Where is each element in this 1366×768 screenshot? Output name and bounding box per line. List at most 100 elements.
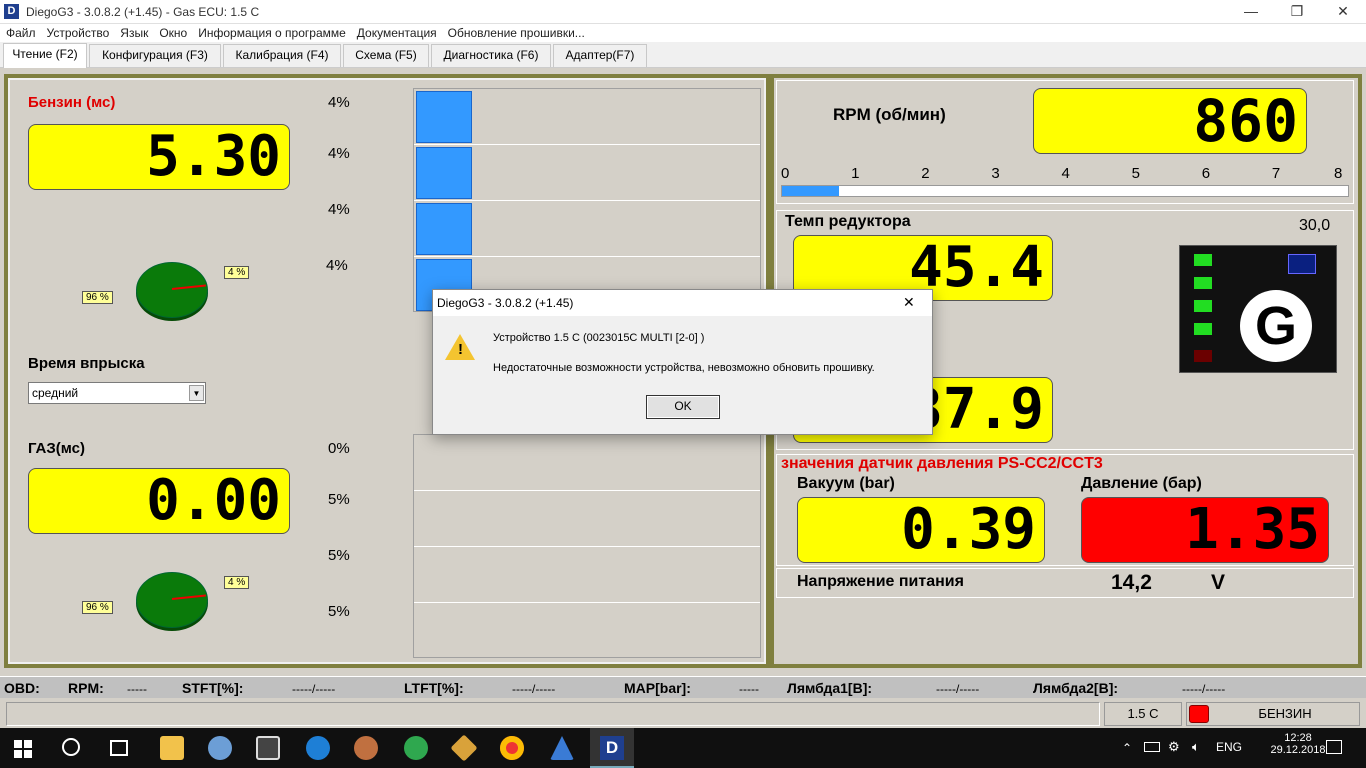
rpm-scale-tick: 8 xyxy=(1334,165,1343,182)
utorrent-icon[interactable] xyxy=(404,736,428,760)
gas-display: 0.00 xyxy=(28,468,290,534)
obd-rpm-value: ----- xyxy=(127,682,147,696)
obd-lambda2-value: -----/----- xyxy=(1182,682,1226,696)
divider xyxy=(414,200,760,201)
dialog-title-bar: DiegoG3 - 3.0.8.2 (+1.45) ✕ xyxy=(433,290,932,316)
network-icon[interactable]: ⚙ xyxy=(1168,739,1180,755)
task-view-icon[interactable] xyxy=(110,740,128,756)
clock-time: 12:28 xyxy=(1284,732,1312,744)
rpm-gauge xyxy=(781,185,1349,197)
petrol-bars-area xyxy=(413,88,761,312)
menu-firmware-update[interactable]: Обновление прошивки... xyxy=(442,24,590,40)
menu-language[interactable]: Язык xyxy=(114,24,153,40)
obd-label: OBD: xyxy=(4,680,40,696)
minimize-button[interactable]: — xyxy=(1228,0,1274,24)
obd-lambda1-value: -----/----- xyxy=(936,682,980,696)
rpm-scale-tick: 5 xyxy=(1131,165,1140,182)
file-explorer-icon[interactable] xyxy=(160,736,184,760)
rpm-box: RPM (об/мин) 860 0 1 2 3 4 5 6 7 8 xyxy=(776,80,1354,204)
sensor-title: значения датчик давления PS-CC2/CCT3 xyxy=(781,455,1103,472)
gas-bar-pct: 5% xyxy=(328,603,350,620)
gas-pie-label-big: 96 % xyxy=(82,601,113,614)
petrol-display: 5.30 xyxy=(28,124,290,190)
divider xyxy=(414,602,760,603)
diego-taskbar-button[interactable]: D xyxy=(590,728,634,768)
volume-icon[interactable]: 🔈︎ xyxy=(1192,739,1200,755)
tab-read[interactable]: Чтение (F2) xyxy=(3,43,87,68)
rpm-scale-tick: 2 xyxy=(921,165,930,182)
status-device: 1.5 C xyxy=(1104,702,1182,726)
menu-about[interactable]: Информация о программе xyxy=(192,24,351,40)
rpm-gauge-fill xyxy=(782,186,839,196)
tool-icon[interactable] xyxy=(450,734,478,762)
menu-file[interactable]: Файл xyxy=(0,24,41,40)
pressure-display: 1.35 xyxy=(1081,497,1329,563)
obd-bar: OBD: RPM: ----- STFT[%]: -----/----- LTF… xyxy=(0,676,1366,698)
dialog-title: DiegoG3 - 3.0.8.2 (+1.45) xyxy=(437,296,574,310)
menu-docs[interactable]: Документация xyxy=(351,24,442,40)
reducer-label: Темп редуктора xyxy=(785,213,911,230)
app-icon[interactable] xyxy=(354,736,378,760)
tray-chevron-icon[interactable]: ⌃ xyxy=(1122,741,1132,755)
drive-icon[interactable] xyxy=(550,736,574,760)
voltage-label: Напряжение питания xyxy=(797,573,964,590)
tab-config[interactable]: Конфигурация (F3) xyxy=(89,44,221,67)
led-green xyxy=(1194,254,1212,266)
fuel-mode-indicator[interactable]: БЕНЗИН xyxy=(1186,702,1360,726)
language-indicator[interactable]: ENG xyxy=(1216,740,1242,754)
obd-lambda1-label: Лямбда1[В]: xyxy=(787,680,873,696)
close-button[interactable]: ✕ xyxy=(1320,0,1366,24)
divider xyxy=(414,144,760,145)
rpm-scale-tick: 3 xyxy=(991,165,1000,182)
tab-scheme[interactable]: Схема (F5) xyxy=(343,44,429,67)
menu-window[interactable]: Окно xyxy=(153,24,192,40)
tab-diagnostics[interactable]: Диагностика (F6) xyxy=(431,44,551,67)
led-blue xyxy=(1288,254,1316,274)
petrol-bar-pct: 4% xyxy=(328,201,350,218)
led-green xyxy=(1194,277,1212,289)
chrome-icon[interactable] xyxy=(500,736,524,760)
voltage-unit: V xyxy=(1211,571,1226,594)
petrol-pie-label-small: 4 % xyxy=(224,266,250,279)
rpm-scale: 0 1 2 3 4 5 6 7 8 xyxy=(781,165,1351,182)
notification-icon[interactable] xyxy=(1326,740,1342,754)
obd-rpm-label: RPM: xyxy=(68,680,104,696)
dialog-close-icon[interactable]: ✕ xyxy=(903,294,915,311)
led-red xyxy=(1194,350,1212,362)
obd-stft-label: STFT[%]: xyxy=(182,680,244,696)
reducer-reading: 30,0 xyxy=(1299,217,1331,234)
clock[interactable]: 12:28 29.12.2018 xyxy=(1268,732,1328,756)
obd-stft-value: -----/----- xyxy=(292,682,336,696)
divider xyxy=(414,546,760,547)
battery-icon[interactable] xyxy=(1144,742,1160,752)
injection-select[interactable]: средний ▼ xyxy=(28,382,206,404)
status-message-area xyxy=(6,702,1100,726)
gas-bar-pct: 5% xyxy=(328,491,350,508)
obd-map-label: MAP[bar]: xyxy=(624,680,691,696)
vacuum-display: 0.39 xyxy=(797,497,1045,563)
injection-select-value: средний xyxy=(32,386,79,400)
rpm-scale-tick: 4 xyxy=(1061,165,1070,182)
chevron-down-icon[interactable]: ▼ xyxy=(189,385,204,401)
dialog-line1: Устройство 1.5 C (0023015C MULTI [2-0] ) xyxy=(493,332,705,344)
petrol-label: Бензин (мс) xyxy=(28,94,116,111)
tab-adapter[interactable]: Адаптер(F7) xyxy=(553,44,647,67)
gas-bar-pct: 5% xyxy=(328,547,350,564)
clock-date: 29.12.2018 xyxy=(1270,744,1326,756)
internet-explorer-icon[interactable] xyxy=(306,736,330,760)
divider xyxy=(414,256,760,257)
voltage-value: 14,2 xyxy=(1111,571,1152,594)
fuel-led xyxy=(1189,705,1209,723)
petrol-bar xyxy=(416,91,472,143)
menu-device[interactable]: Устройство xyxy=(41,24,115,40)
ok-button[interactable]: OK xyxy=(646,395,720,419)
windows-start-icon[interactable] xyxy=(14,740,32,758)
pressure-box: значения датчик давления PS-CC2/CCT3 Вак… xyxy=(776,454,1354,566)
tab-calibration[interactable]: Калибрация (F4) xyxy=(223,44,341,67)
paint-icon[interactable] xyxy=(208,736,232,760)
calculator-icon[interactable] xyxy=(256,736,280,760)
petrol-bar-pct: 4% xyxy=(328,145,350,162)
search-icon[interactable] xyxy=(62,738,80,756)
maximize-button[interactable]: ❐ xyxy=(1274,0,1320,24)
warning-icon-mark: ! xyxy=(458,341,463,358)
